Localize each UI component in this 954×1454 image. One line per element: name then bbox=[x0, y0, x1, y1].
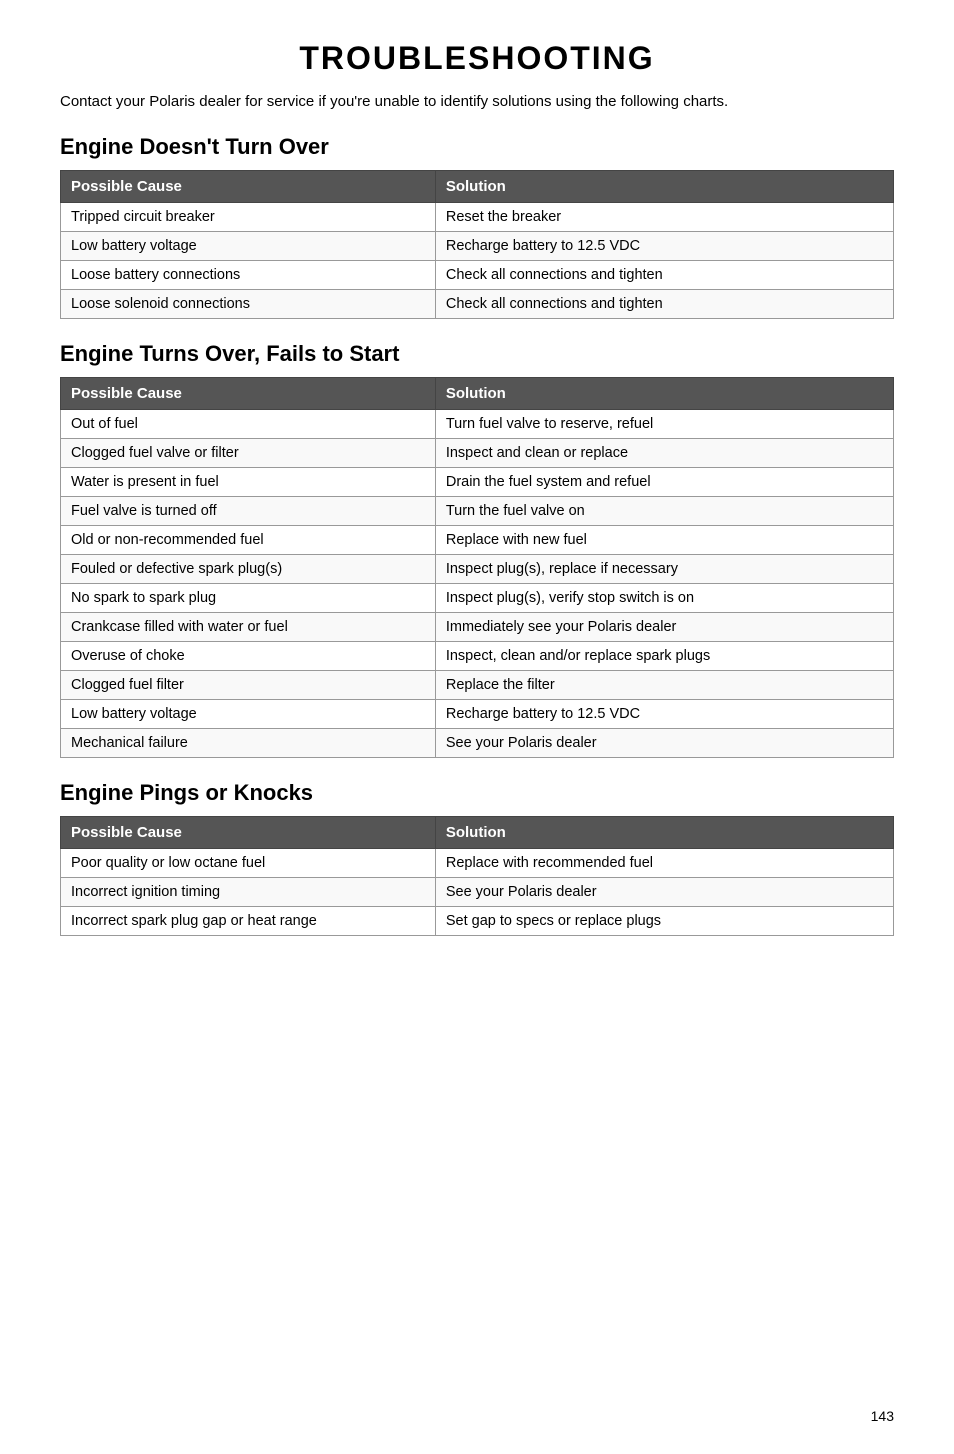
cell-solution-1-4: Replace with new fuel bbox=[435, 525, 893, 554]
cell-solution-1-1: Inspect and clean or replace bbox=[435, 438, 893, 467]
table-engine-turns-over-fails-to-start: Possible CauseSolutionOut of fuelTurn fu… bbox=[60, 377, 894, 758]
cell-cause-1-6: No spark to spark plug bbox=[61, 583, 436, 612]
cell-cause-0-1: Low battery voltage bbox=[61, 231, 436, 260]
cell-cause-1-3: Fuel valve is turned off bbox=[61, 496, 436, 525]
cell-cause-1-0: Out of fuel bbox=[61, 409, 436, 438]
cell-cause-2-2: Incorrect spark plug gap or heat range bbox=[61, 906, 436, 935]
cell-solution-1-2: Drain the fuel system and refuel bbox=[435, 467, 893, 496]
section-heading-engine-pings-or-knocks: Engine Pings or Knocks bbox=[60, 780, 894, 806]
cell-solution-1-6: Inspect plug(s), verify stop switch is o… bbox=[435, 583, 893, 612]
sections-container: Engine Doesn't Turn OverPossible CauseSo… bbox=[60, 134, 894, 936]
cell-solution-1-5: Inspect plug(s), replace if necessary bbox=[435, 554, 893, 583]
col-header-cause-0: Possible Cause bbox=[61, 170, 436, 202]
page-number: 143 bbox=[871, 1408, 894, 1424]
col-header-cause-2: Possible Cause bbox=[61, 816, 436, 848]
cell-solution-1-9: Replace the filter bbox=[435, 670, 893, 699]
cell-solution-1-8: Inspect, clean and/or replace spark plug… bbox=[435, 641, 893, 670]
cell-cause-0-2: Loose battery connections bbox=[61, 260, 436, 289]
cell-solution-1-11: See your Polaris dealer bbox=[435, 728, 893, 757]
cell-cause-0-3: Loose solenoid connections bbox=[61, 289, 436, 318]
table-row: Clogged fuel filterReplace the filter bbox=[61, 670, 894, 699]
table-row: Old or non-recommended fuelReplace with … bbox=[61, 525, 894, 554]
table-row: Poor quality or low octane fuelReplace w… bbox=[61, 848, 894, 877]
table-row: Mechanical failureSee your Polaris deale… bbox=[61, 728, 894, 757]
table-row: Low battery voltageRecharge battery to 1… bbox=[61, 699, 894, 728]
table-row: Tripped circuit breakerReset the breaker bbox=[61, 202, 894, 231]
col-header-solution-2: Solution bbox=[435, 816, 893, 848]
cell-cause-2-1: Incorrect ignition timing bbox=[61, 877, 436, 906]
cell-cause-1-2: Water is present in fuel bbox=[61, 467, 436, 496]
table-row: Water is present in fuelDrain the fuel s… bbox=[61, 467, 894, 496]
page-title: TROUBLESHOOTING bbox=[60, 40, 894, 77]
table-row: Loose solenoid connectionsCheck all conn… bbox=[61, 289, 894, 318]
cell-solution-0-3: Check all connections and tighten bbox=[435, 289, 893, 318]
cell-cause-1-5: Fouled or defective spark plug(s) bbox=[61, 554, 436, 583]
cell-solution-2-2: Set gap to specs or replace plugs bbox=[435, 906, 893, 935]
cell-cause-0-0: Tripped circuit breaker bbox=[61, 202, 436, 231]
cell-solution-1-0: Turn fuel valve to reserve, refuel bbox=[435, 409, 893, 438]
table-row: Out of fuelTurn fuel valve to reserve, r… bbox=[61, 409, 894, 438]
table-row: Low battery voltageRecharge battery to 1… bbox=[61, 231, 894, 260]
table-row: Crankcase filled with water or fuelImmed… bbox=[61, 612, 894, 641]
cell-cause-2-0: Poor quality or low octane fuel bbox=[61, 848, 436, 877]
cell-solution-1-10: Recharge battery to 12.5 VDC bbox=[435, 699, 893, 728]
intro-text: Contact your Polaris dealer for service … bbox=[60, 91, 894, 114]
table-row: No spark to spark plugInspect plug(s), v… bbox=[61, 583, 894, 612]
section-heading-engine-doesnt-turn-over: Engine Doesn't Turn Over bbox=[60, 134, 894, 160]
table-row: Loose battery connectionsCheck all conne… bbox=[61, 260, 894, 289]
cell-solution-0-1: Recharge battery to 12.5 VDC bbox=[435, 231, 893, 260]
cell-solution-1-7: Immediately see your Polaris dealer bbox=[435, 612, 893, 641]
cell-solution-0-2: Check all connections and tighten bbox=[435, 260, 893, 289]
cell-solution-2-1: See your Polaris dealer bbox=[435, 877, 893, 906]
col-header-solution-1: Solution bbox=[435, 377, 893, 409]
cell-solution-1-3: Turn the fuel valve on bbox=[435, 496, 893, 525]
cell-cause-1-7: Crankcase filled with water or fuel bbox=[61, 612, 436, 641]
col-header-solution-0: Solution bbox=[435, 170, 893, 202]
cell-cause-1-10: Low battery voltage bbox=[61, 699, 436, 728]
table-row: Overuse of chokeInspect, clean and/or re… bbox=[61, 641, 894, 670]
cell-cause-1-9: Clogged fuel filter bbox=[61, 670, 436, 699]
table-row: Fuel valve is turned offTurn the fuel va… bbox=[61, 496, 894, 525]
table-row: Fouled or defective spark plug(s)Inspect… bbox=[61, 554, 894, 583]
table-row: Incorrect ignition timingSee your Polari… bbox=[61, 877, 894, 906]
table-engine-pings-or-knocks: Possible CauseSolutionPoor quality or lo… bbox=[60, 816, 894, 936]
section-heading-engine-turns-over-fails-to-start: Engine Turns Over, Fails to Start bbox=[60, 341, 894, 367]
col-header-cause-1: Possible Cause bbox=[61, 377, 436, 409]
cell-solution-2-0: Replace with recommended fuel bbox=[435, 848, 893, 877]
table-engine-doesnt-turn-over: Possible CauseSolutionTripped circuit br… bbox=[60, 170, 894, 319]
table-row: Incorrect spark plug gap or heat rangeSe… bbox=[61, 906, 894, 935]
table-row: Clogged fuel valve or filterInspect and … bbox=[61, 438, 894, 467]
cell-solution-0-0: Reset the breaker bbox=[435, 202, 893, 231]
cell-cause-1-11: Mechanical failure bbox=[61, 728, 436, 757]
cell-cause-1-4: Old or non-recommended fuel bbox=[61, 525, 436, 554]
cell-cause-1-8: Overuse of choke bbox=[61, 641, 436, 670]
cell-cause-1-1: Clogged fuel valve or filter bbox=[61, 438, 436, 467]
